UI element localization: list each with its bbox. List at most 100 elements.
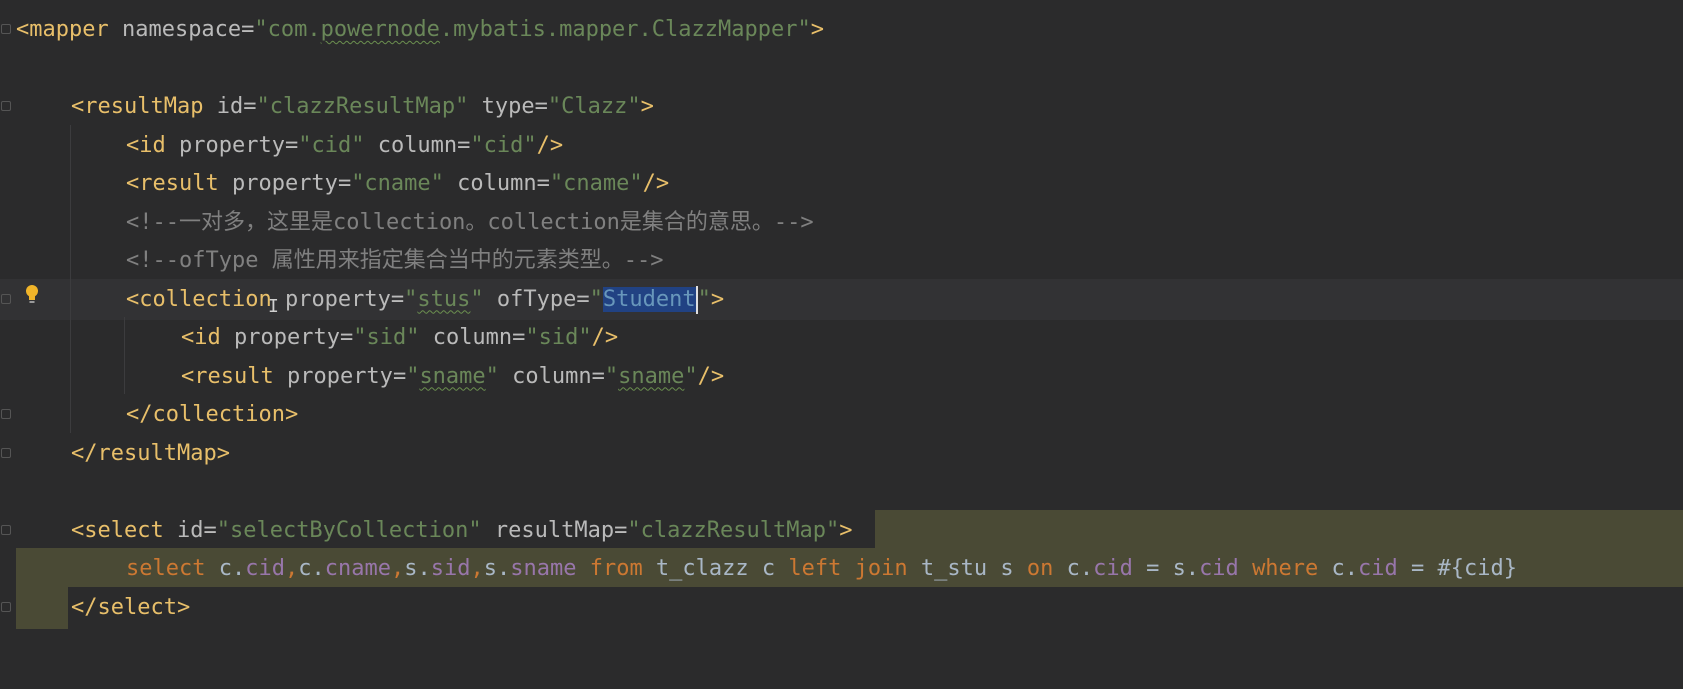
code-token: =: [536, 171, 550, 196]
code-line-text: </resultMap>: [71, 433, 230, 474]
code-line[interactable]: <!--一对多，这里是collection。collection是集合的意思。-…: [0, 202, 1683, 243]
fold-icon[interactable]: [1, 24, 11, 34]
code-token: >: [810, 17, 824, 42]
code-token: cid: [245, 556, 285, 581]
code-token: resultMap: [481, 517, 615, 543]
selected-text: Student: [602, 286, 696, 312]
code-line[interactable]: <result property="sname" column="sname"/…: [0, 356, 1683, 397]
code-token: "cid": [298, 132, 365, 158]
code-token: sname: [510, 556, 577, 581]
code-token: cid: [1358, 556, 1398, 581]
code-token: select: [126, 556, 206, 581]
code-token: sname: [618, 363, 685, 389]
code-token: =: [390, 286, 405, 312]
code-line[interactable]: </collection>: [0, 394, 1683, 435]
code-line[interactable]: <mapper namespace="com.powernode.mybatis…: [0, 9, 1683, 50]
code-token: .mybatis.mapper.ClazzMapper": [439, 17, 811, 42]
code-line[interactable]: <id property="sid" column="sid"/>: [0, 317, 1683, 358]
code-token: <id: [126, 132, 166, 158]
code-token: =: [591, 363, 605, 389]
fold-icon[interactable]: [1, 293, 11, 304]
fold-icon[interactable]: [1, 101, 11, 111]
code-token: from: [589, 556, 643, 581]
code-token: type: [468, 94, 535, 119]
code-token: "clazzResultMap": [627, 517, 840, 543]
code-token: </collection>: [126, 402, 299, 427]
code-token: s.: [483, 556, 511, 581]
code-token: =: [339, 325, 354, 350]
code-editor[interactable]: <mapper namespace="com.powernode.mybatis…: [0, 0, 1683, 689]
code-line[interactable]: </resultMap>: [0, 433, 1683, 474]
code-line[interactable]: </select>: [0, 587, 1683, 628]
code-token: ": [470, 286, 484, 312]
code-token: =: [243, 94, 257, 119]
code-line-text: <result property="cname" column="cname"/…: [126, 163, 669, 204]
fold-icon[interactable]: [1, 409, 11, 419]
code-token: property: [273, 363, 393, 389]
code-token: column: [498, 363, 592, 389]
code-token: ": [684, 363, 698, 389]
code-token: property: [218, 171, 338, 196]
code-token: "sid": [353, 325, 420, 350]
code-token: left join: [788, 556, 908, 581]
code-line[interactable]: <collection property="stus" ofType="Stud…: [0, 278, 1683, 320]
code-token: sid: [430, 556, 471, 581]
code-token: />: [642, 171, 670, 196]
code-line-text: <resultMap id="clazzResultMap" type="Cla…: [71, 86, 654, 127]
code-token: ": [404, 286, 418, 312]
code-token: "selectByCollection": [216, 517, 482, 543]
code-token: where: [1252, 556, 1319, 581]
code-token: =: [457, 132, 471, 158]
text-cursor-icon: I: [268, 296, 279, 317]
code-token: t_clazz c: [642, 556, 789, 581]
code-line[interactable]: <resultMap id="clazzResultMap" type="Cla…: [0, 86, 1683, 127]
code-token: ofType: [483, 286, 577, 312]
code-token: <!--ofType 属性用来指定集合当中的元素类型。-->: [126, 248, 664, 273]
code-token: ,: [390, 556, 405, 581]
code-line[interactable]: [0, 471, 1683, 512]
code-token: namespace: [108, 17, 242, 42]
code-token: property: [220, 325, 340, 350]
code-token: property: [165, 132, 285, 158]
code-token: <result: [181, 363, 274, 389]
code-token: >: [839, 517, 853, 543]
code-token: =: [512, 325, 526, 350]
code-token: c.: [205, 556, 246, 581]
code-token: id: [163, 517, 204, 543]
code-token: cname: [324, 556, 391, 581]
code-token: </select>: [71, 594, 191, 620]
code-line[interactable]: select c.cid,c.cname,s.sid,s.sname from …: [0, 548, 1683, 589]
lightbulb-icon[interactable]: [24, 284, 40, 306]
fold-icon[interactable]: [1, 447, 11, 458]
fold-icon[interactable]: [1, 601, 11, 612]
code-line[interactable]: <select id = "selectByCollection" resultMa…: [0, 510, 1683, 551]
code-line-text: <collection property="stus" ofType="Stud…: [126, 279, 724, 320]
code-line[interactable]: <result property="cname" column="cname"/…: [0, 163, 1683, 204]
code-token: "com.: [254, 17, 321, 42]
code-token: =: [337, 171, 352, 196]
code-token: >: [640, 94, 654, 119]
code-token: <select: [71, 517, 164, 543]
code-token: c.: [298, 556, 325, 581]
code-line[interactable]: <!--ofType 属性用来指定集合当中的元素类型。-->: [0, 240, 1683, 281]
code-line-text: <id property="sid" column="sid"/>: [181, 317, 618, 358]
code-token: cid: [1199, 556, 1239, 581]
code-line-text: <!--ofType 属性用来指定集合当中的元素类型。-->: [126, 240, 663, 281]
code-token: <id: [181, 325, 221, 350]
code-line[interactable]: [0, 48, 1683, 89]
code-line-text: <result property="sname" column="sname"/…: [181, 356, 724, 397]
fold-icon[interactable]: [1, 524, 11, 535]
code-line[interactable]: <id property="cid" column="cid"/>: [0, 125, 1683, 166]
code-line-text: </collection>: [126, 394, 298, 435]
code-token: ": [697, 286, 711, 312]
code-token: <collection: [126, 286, 272, 312]
code-token: "clazzResultMap": [256, 94, 469, 119]
code-token: =: [614, 517, 628, 543]
code-token: ,: [470, 556, 484, 581]
code-token: />: [697, 363, 725, 389]
code-token: =: [284, 132, 299, 158]
code-token: stus: [417, 286, 471, 312]
code-line-text: <mapper namespace="com.powernode.mybatis…: [16, 9, 824, 50]
code-token: c.: [1053, 556, 1094, 581]
